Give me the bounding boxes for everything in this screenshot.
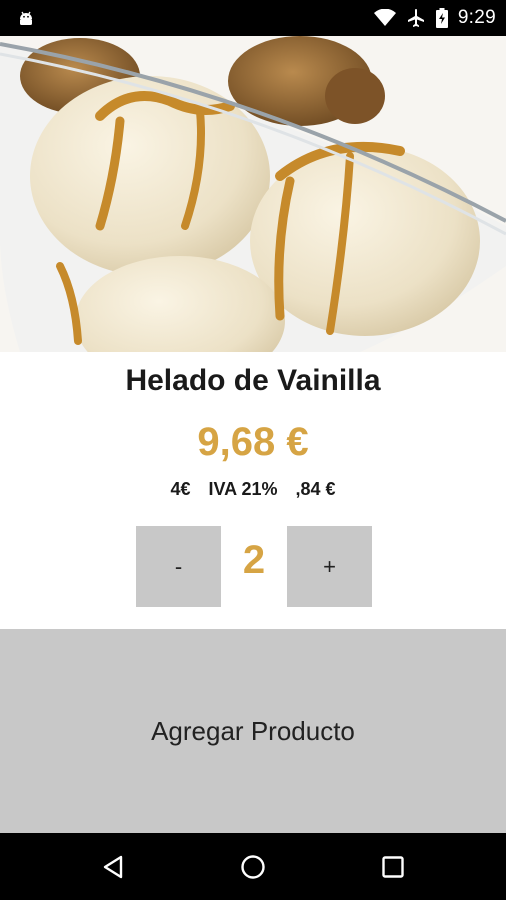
add-product-button[interactable]: Agregar Producto <box>0 629 506 833</box>
add-product-label: Agregar Producto <box>151 715 355 746</box>
increase-quantity-button[interactable]: + <box>287 526 372 607</box>
product-title: Helado de Vainilla <box>125 364 381 397</box>
wifi-icon <box>373 9 396 27</box>
status-bar: 9:29 <box>0 0 506 36</box>
android-icon <box>16 8 36 28</box>
clock: 9:29 <box>457 7 496 28</box>
airplane-icon <box>406 8 426 28</box>
navigation-bar <box>0 833 506 900</box>
quantity-value: 2 <box>242 538 266 582</box>
base-price: 4€ <box>170 479 191 499</box>
home-icon[interactable] <box>236 850 270 884</box>
decrease-quantity-button[interactable]: - <box>136 526 221 607</box>
product-image <box>0 36 506 352</box>
battery-charging-icon <box>435 8 448 28</box>
back-icon[interactable] <box>96 850 130 884</box>
recents-icon[interactable] <box>376 850 410 884</box>
tax-breakdown: 4€ IVA 21% ,84 € <box>0 479 506 500</box>
tax-label: IVA 21% <box>208 479 278 499</box>
product-price: 9,68 € <box>197 420 309 464</box>
tax-amount: ,84 € <box>295 479 336 499</box>
